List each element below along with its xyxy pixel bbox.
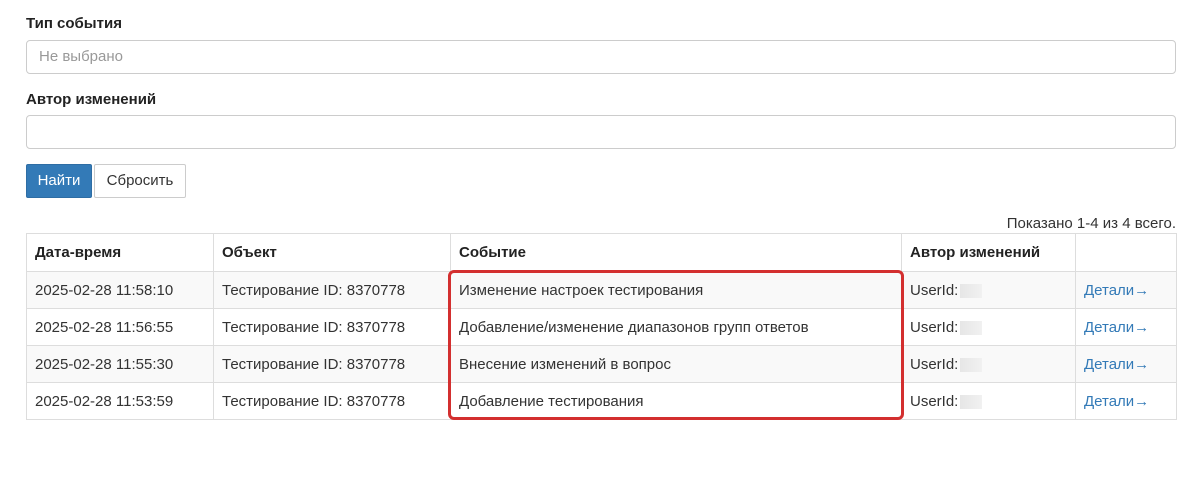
event-type-select[interactable]: Не выбрано xyxy=(26,40,1176,74)
cell-event: Внесение изменений в вопрос xyxy=(450,345,902,383)
author-input[interactable] xyxy=(26,115,1176,149)
cell-datetime: 2025-02-28 11:55:30 xyxy=(26,345,214,383)
cell-datetime: 2025-02-28 11:53:59 xyxy=(26,382,214,420)
column-header-event[interactable]: Событие xyxy=(450,233,902,272)
author-text: UserId: xyxy=(910,318,959,336)
cell-author: UserId: xyxy=(901,382,1076,420)
table-header-row: Дата-время Объект Событие Автор изменени… xyxy=(26,233,1177,272)
column-header-actions xyxy=(1075,233,1177,272)
table-row: 2025-02-28 11:53:59 Тестирование ID: 837… xyxy=(26,382,1177,420)
cell-event: Добавление тестирования xyxy=(450,382,902,420)
cell-event: Добавление/изменение диапазонов групп от… xyxy=(450,308,902,346)
results-summary: Показано 1-4 из 4 всего. xyxy=(1006,215,1176,232)
cell-object: Тестирование ID: 8370778 xyxy=(213,382,451,420)
cell-details: Детали→ xyxy=(1075,308,1177,346)
cell-author: UserId: xyxy=(901,271,1076,309)
cell-event: Изменение настроек тестирования xyxy=(450,271,902,309)
cell-object: Тестирование ID: 8370778 xyxy=(213,308,451,346)
cell-datetime: 2025-02-28 11:58:10 xyxy=(26,271,214,309)
column-header-object[interactable]: Объект xyxy=(213,233,451,272)
details-link[interactable]: Детали→ xyxy=(1084,356,1149,373)
author-text: UserId: xyxy=(910,355,959,373)
find-button[interactable]: Найти xyxy=(26,164,92,198)
redacted-user-id xyxy=(960,394,983,409)
cell-author: UserId: xyxy=(901,345,1076,383)
redacted-user-id xyxy=(960,357,983,372)
events-table: Дата-время Объект Событие Автор изменени… xyxy=(26,233,1177,420)
details-link[interactable]: Детали→ xyxy=(1084,282,1149,299)
cell-author: UserId: xyxy=(901,308,1076,346)
details-link[interactable]: Детали→ xyxy=(1084,393,1149,410)
column-header-datetime[interactable]: Дата-время xyxy=(26,233,214,272)
event-type-label: Тип события xyxy=(26,15,122,32)
table-row: 2025-02-28 11:56:55 Тестирование ID: 837… xyxy=(26,308,1177,346)
cell-details: Детали→ xyxy=(1075,271,1177,309)
table-row: 2025-02-28 11:55:30 Тестирование ID: 837… xyxy=(26,345,1177,383)
cell-object: Тестирование ID: 8370778 xyxy=(213,271,451,309)
author-text: UserId: xyxy=(910,281,959,299)
cell-datetime: 2025-02-28 11:56:55 xyxy=(26,308,214,346)
cell-object: Тестирование ID: 8370778 xyxy=(213,345,451,383)
author-label: Автор изменений xyxy=(26,91,157,108)
column-header-author[interactable]: Автор изменений xyxy=(901,233,1076,272)
reset-button[interactable]: Сбросить xyxy=(94,164,186,198)
table-row: 2025-02-28 11:58:10 Тестирование ID: 837… xyxy=(26,271,1177,309)
cell-details: Детали→ xyxy=(1075,345,1177,383)
author-text: UserId: xyxy=(910,392,959,410)
cell-details: Детали→ xyxy=(1075,382,1177,420)
details-link[interactable]: Детали→ xyxy=(1084,319,1149,336)
redacted-user-id xyxy=(960,283,983,298)
redacted-user-id xyxy=(960,320,983,335)
